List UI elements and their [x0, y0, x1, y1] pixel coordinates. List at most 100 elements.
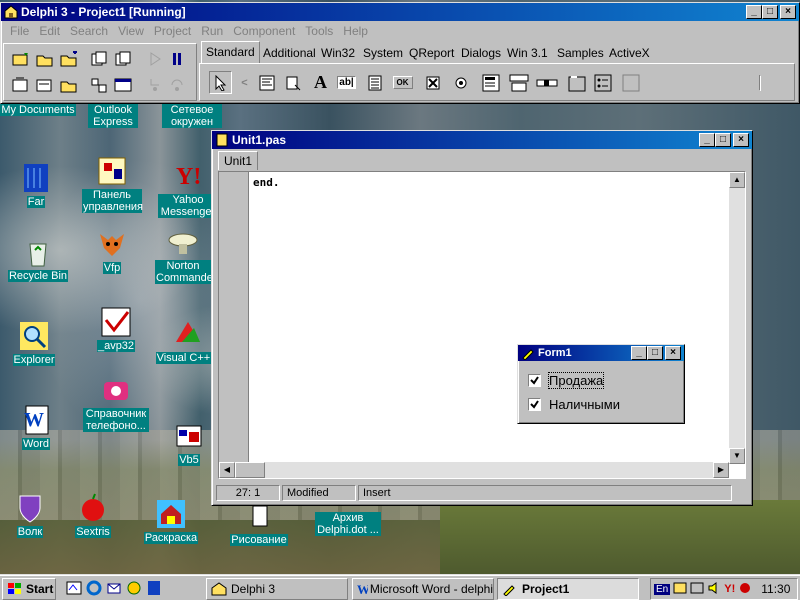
view-unit-icon[interactable] — [88, 48, 110, 70]
vertical-scrollbar[interactable]: ▲ ▼ — [729, 172, 745, 464]
tab-win32[interactable]: Win32 — [317, 43, 359, 63]
run-icon[interactable] — [144, 48, 166, 70]
icon-phonebook[interactable]: Справочник телефоно... — [76, 374, 156, 432]
tray-app-icon[interactable] — [673, 581, 687, 598]
radiogroup-icon[interactable] — [591, 71, 614, 94]
open-project-icon[interactable] — [10, 48, 32, 70]
pointer-icon[interactable] — [209, 71, 232, 94]
maximize-button[interactable]: □ — [647, 346, 663, 360]
icon-outlook-express[interactable]: Outlook Express — [73, 104, 153, 128]
maximize-button[interactable]: □ — [762, 5, 778, 19]
label-icon[interactable]: A — [309, 71, 332, 94]
outlook-icon[interactable] — [106, 580, 122, 599]
checkbox-prodazha[interactable]: Продажа — [528, 372, 605, 389]
tray-monitor-icon[interactable] — [690, 581, 704, 598]
pause-icon[interactable] — [166, 48, 188, 70]
menu-search[interactable]: Search — [65, 24, 113, 38]
task-word[interactable]: W Microsoft Word - delphi — [352, 578, 494, 600]
icon-network[interactable]: Сетевое окружен — [152, 104, 232, 128]
button-icon[interactable]: OK — [391, 71, 414, 94]
delphi-title-bar[interactable]: Delphi 3 - Project1 [Running] _ □ × — [1, 3, 799, 21]
icon-recycle-bin[interactable]: Recycle Bin — [0, 236, 78, 282]
language-indicator[interactable]: En — [654, 583, 671, 595]
mainmenu-icon[interactable] — [255, 71, 278, 94]
close-button[interactable]: × — [733, 133, 749, 147]
icon-explorer[interactable]: Explorer — [0, 320, 74, 366]
desktop-icon[interactable] — [66, 580, 82, 599]
maximize-button[interactable]: □ — [715, 133, 731, 147]
menu-component[interactable]: Component — [228, 24, 300, 38]
menu-tools[interactable]: Tools — [300, 24, 338, 38]
checkbox-nalichnymi[interactable]: Наличными — [528, 397, 620, 412]
groupbox-icon[interactable] — [565, 71, 588, 94]
panel-icon[interactable] — [619, 71, 642, 94]
memo-icon[interactable] — [363, 71, 386, 94]
scroll-thumb[interactable] — [235, 462, 265, 478]
minimize-button[interactable]: _ — [631, 346, 647, 360]
new-form-icon[interactable] — [112, 74, 134, 96]
tab-samples[interactable]: Samples — [553, 43, 608, 63]
form1-title-bar[interactable]: Form1 _ □ × — [518, 345, 684, 361]
tray-flower-icon[interactable] — [738, 581, 752, 598]
icon-control-panel[interactable]: Панель управления — [72, 155, 152, 213]
tab-dialogs[interactable]: Dialogs — [457, 43, 505, 63]
icon-word[interactable]: W Word — [0, 404, 76, 450]
horizontal-scrollbar[interactable]: ◀ ▶ — [219, 462, 729, 478]
channels-icon[interactable] — [126, 580, 142, 599]
open-file-icon[interactable] — [34, 48, 56, 70]
icon-avp32[interactable]: _avp32 — [76, 306, 156, 352]
tab-activex[interactable]: ActiveX — [605, 43, 654, 63]
save-all-icon[interactable] — [34, 74, 56, 96]
menu-project[interactable]: Project — [149, 24, 196, 38]
menu-help[interactable]: Help — [338, 24, 373, 38]
minimize-button[interactable]: _ — [699, 133, 715, 147]
radiobutton-icon[interactable] — [449, 71, 472, 94]
scroll-down-icon[interactable]: ▼ — [729, 448, 745, 464]
checkbox-icon[interactable] — [421, 71, 444, 94]
menu-edit[interactable]: Edit — [34, 24, 65, 38]
yahoo-tray-icon[interactable]: Y! — [724, 583, 735, 595]
icon-my-documents[interactable]: My Documents — [0, 104, 78, 116]
combobox-icon[interactable] — [507, 71, 530, 94]
toggle-form-unit-icon[interactable] — [88, 74, 110, 96]
scroll-up-icon[interactable]: ▲ — [729, 172, 745, 188]
open-folder-icon[interactable] — [58, 48, 80, 70]
ie-icon[interactable] — [86, 580, 102, 599]
icon-risovanie[interactable]: Рисование — [219, 500, 299, 546]
tab-unit1[interactable]: Unit1 — [218, 151, 259, 170]
save-icon[interactable] — [10, 74, 32, 96]
close-button[interactable]: × — [665, 346, 681, 360]
task-delphi[interactable]: Delphi 3 — [206, 578, 348, 600]
minimize-button[interactable]: _ — [746, 5, 762, 19]
trace-into-icon[interactable] — [144, 74, 166, 96]
tab-qreport[interactable]: QReport — [405, 43, 458, 63]
edit-icon[interactable]: ab| — [335, 71, 358, 94]
close-button[interactable]: × — [780, 5, 796, 19]
tab-standard[interactable]: Standard — [201, 41, 260, 63]
icon-raskraska[interactable]: Раскраска — [131, 498, 211, 544]
add-file-icon[interactable] — [58, 74, 80, 96]
code-area[interactable]: end. ▲ ▼ ◀ ▶ — [218, 171, 746, 479]
icon-sextris[interactable]: Sextris — [53, 492, 133, 538]
checkbox-check-icon[interactable] — [528, 374, 541, 387]
tab-system[interactable]: System — [359, 43, 407, 63]
tab-additional[interactable]: Additional — [259, 43, 320, 63]
checkbox-check-icon[interactable] — [528, 398, 541, 411]
icon-far[interactable]: Far — [0, 162, 76, 208]
menu-file[interactable]: File — [5, 24, 34, 38]
volume-icon[interactable] — [707, 581, 721, 598]
scroll-right-icon[interactable]: ▶ — [713, 462, 729, 478]
scroll-left-icon[interactable]: ◀ — [219, 462, 235, 478]
menu-view[interactable]: View — [113, 24, 149, 38]
listbox-icon[interactable] — [479, 71, 502, 94]
step-over-icon[interactable] — [166, 74, 188, 96]
far-quick-icon[interactable] — [146, 580, 162, 599]
editor-title-bar[interactable]: Unit1.pas _ □ × — [212, 131, 752, 149]
scrollbar-icon[interactable] — [535, 71, 558, 94]
tab-win31[interactable]: Win 3.1 — [503, 43, 552, 63]
task-project1[interactable]: Project1 — [497, 578, 639, 600]
popupmenu-icon[interactable] — [281, 71, 304, 94]
menu-run[interactable]: Run — [196, 24, 228, 38]
view-form-icon[interactable] — [112, 48, 134, 70]
frames-icon[interactable]: < — [233, 71, 256, 94]
